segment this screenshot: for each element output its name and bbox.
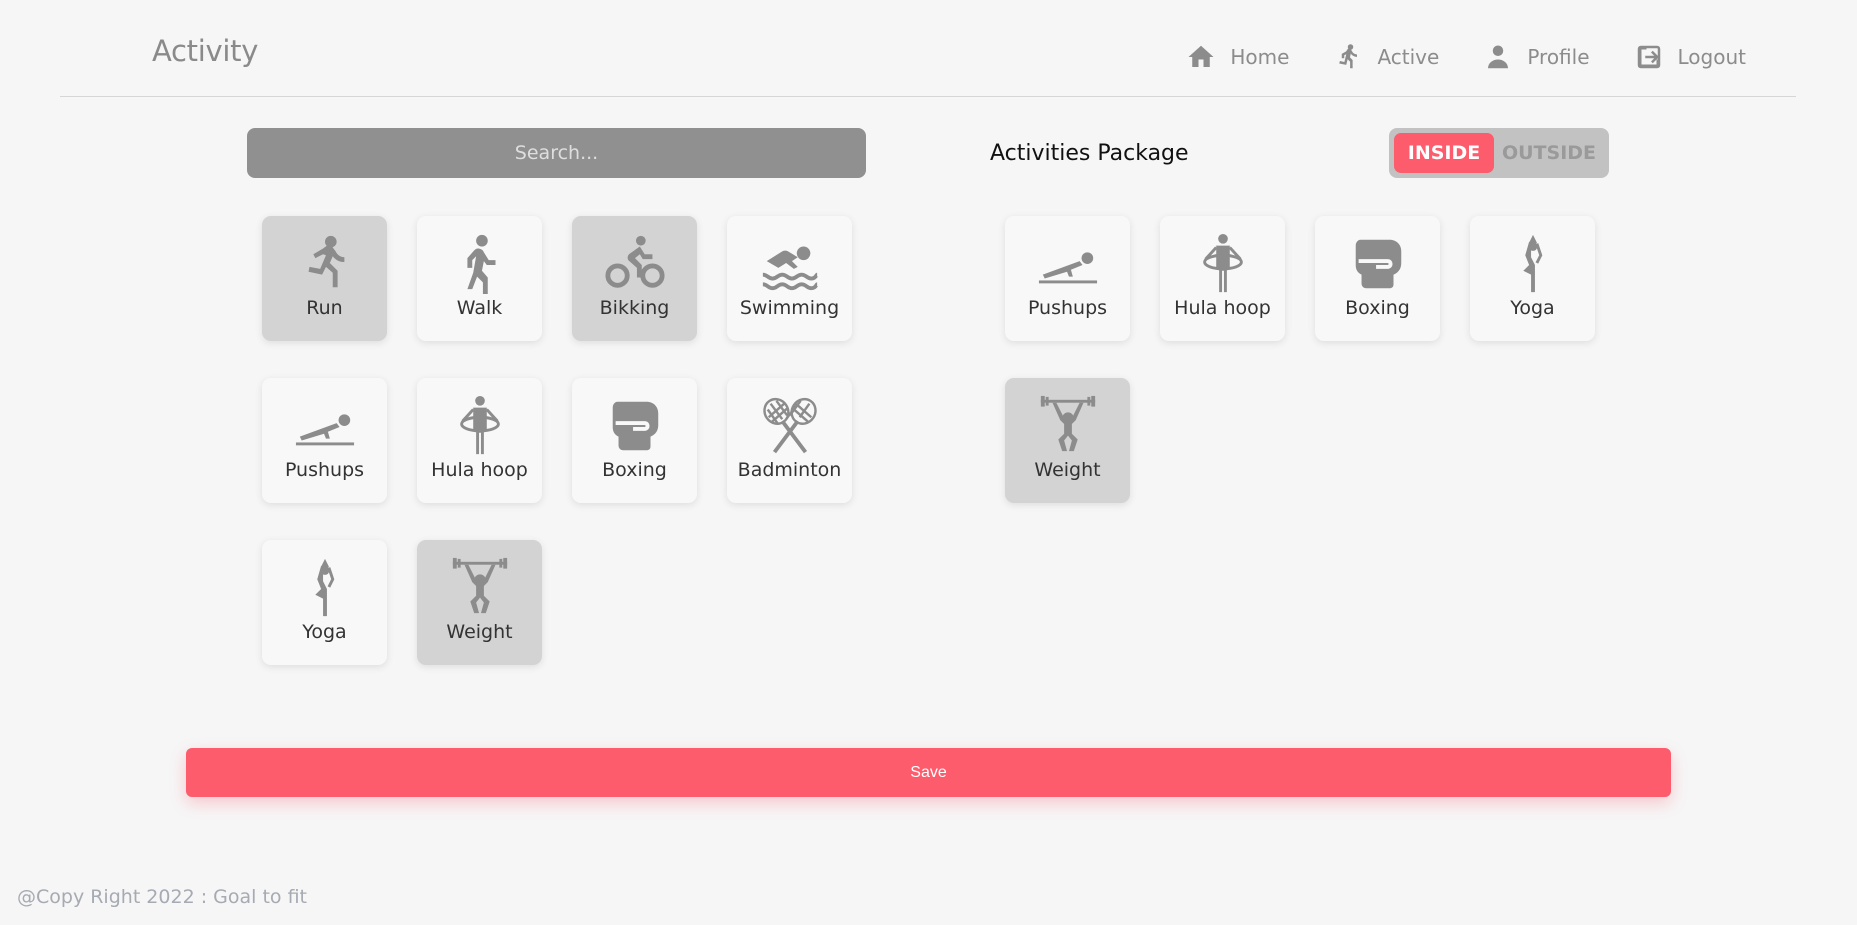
activity-tile-label: Weight bbox=[446, 621, 513, 643]
hula-hoop-icon bbox=[1192, 232, 1254, 294]
logout-icon bbox=[1634, 42, 1664, 72]
package-tile-hula-hoop[interactable]: Hula hoop bbox=[1160, 216, 1285, 341]
nav-active[interactable]: Active bbox=[1333, 42, 1439, 72]
activity-tile-boxing[interactable]: Boxing bbox=[572, 378, 697, 503]
boxing-glove-icon bbox=[1347, 232, 1409, 294]
walk-icon bbox=[449, 232, 511, 294]
footer-copyright: @Copy Right 2022 : Goal to fit bbox=[17, 886, 307, 908]
nav-profile-label: Profile bbox=[1527, 45, 1590, 69]
activity-tile-swimming[interactable]: Swimming bbox=[727, 216, 852, 341]
nav-active-label: Active bbox=[1377, 45, 1440, 69]
package-tile-label: Hula hoop bbox=[1174, 297, 1271, 319]
activity-tile-bikking[interactable]: Bikking bbox=[572, 216, 697, 341]
toggle-inside[interactable]: INSIDE bbox=[1394, 133, 1494, 173]
weightlifting-icon bbox=[449, 556, 511, 618]
nav-bar: Home Active Profile Logout bbox=[1186, 42, 1746, 72]
yoga-icon bbox=[294, 556, 356, 618]
activity-tile-yoga[interactable]: Yoga bbox=[262, 540, 387, 665]
package-tile-weight[interactable]: Weight bbox=[1005, 378, 1130, 503]
nav-profile[interactable]: Profile bbox=[1483, 42, 1590, 72]
activity-tile-label: Badminton bbox=[737, 459, 842, 481]
package-tile-pushups[interactable]: Pushups bbox=[1005, 216, 1130, 341]
nav-home[interactable]: Home bbox=[1186, 42, 1289, 72]
activity-tile-label: Swimming bbox=[739, 297, 840, 319]
hula-hoop-icon bbox=[449, 394, 511, 456]
nav-logout[interactable]: Logout bbox=[1634, 42, 1746, 72]
app-title: Activity bbox=[152, 34, 259, 68]
activity-tile-label: Walk bbox=[456, 297, 503, 319]
activity-tile-label: Bikking bbox=[599, 297, 670, 319]
running-icon bbox=[1333, 42, 1363, 72]
location-toggle: INSIDE OUTSIDE bbox=[1389, 128, 1609, 178]
nav-home-label: Home bbox=[1230, 45, 1290, 69]
home-icon bbox=[1186, 42, 1216, 72]
search-input[interactable] bbox=[247, 128, 866, 178]
activity-tile-label: Boxing bbox=[602, 459, 667, 481]
badminton-icon bbox=[759, 394, 821, 456]
yoga-icon bbox=[1502, 232, 1564, 294]
package-tile-yoga[interactable]: Yoga bbox=[1470, 216, 1595, 341]
pushups-icon bbox=[294, 394, 356, 456]
pushups-icon bbox=[1037, 232, 1099, 294]
activity-tile-label: Run bbox=[306, 297, 343, 319]
package-title: Activities Package bbox=[990, 141, 1189, 166]
weightlifting-icon bbox=[1037, 394, 1099, 456]
activity-tile-label: Hula hoop bbox=[431, 459, 528, 481]
activity-tile-badminton[interactable]: Badminton bbox=[727, 378, 852, 503]
activity-tile-pushups[interactable]: Pushups bbox=[262, 378, 387, 503]
nav-logout-label: Logout bbox=[1677, 45, 1746, 69]
save-button[interactable]: Save bbox=[186, 748, 1671, 797]
activity-tile-label: Pushups bbox=[284, 459, 365, 481]
activity-tile-run[interactable]: Run bbox=[262, 216, 387, 341]
activity-tile-weight[interactable]: Weight bbox=[417, 540, 542, 665]
activity-tile-hula-hoop[interactable]: Hula hoop bbox=[417, 378, 542, 503]
activity-tile-label: Yoga bbox=[302, 621, 347, 643]
package-tile-label: Yoga bbox=[1510, 297, 1555, 319]
header: Activity Home Active Profile Logout bbox=[60, 0, 1796, 97]
bike-icon bbox=[604, 232, 666, 294]
run-icon bbox=[294, 232, 356, 294]
package-tile-label: Pushups bbox=[1027, 297, 1108, 319]
swimming-icon bbox=[759, 232, 821, 294]
user-icon bbox=[1483, 42, 1513, 72]
toggle-outside[interactable]: OUTSIDE bbox=[1494, 133, 1604, 173]
activity-tile-walk[interactable]: Walk bbox=[417, 216, 542, 341]
package-tile-label: Boxing bbox=[1345, 297, 1410, 319]
package-tile-label: Weight bbox=[1034, 459, 1101, 481]
package-tile-boxing[interactable]: Boxing bbox=[1315, 216, 1440, 341]
boxing-glove-icon bbox=[604, 394, 666, 456]
